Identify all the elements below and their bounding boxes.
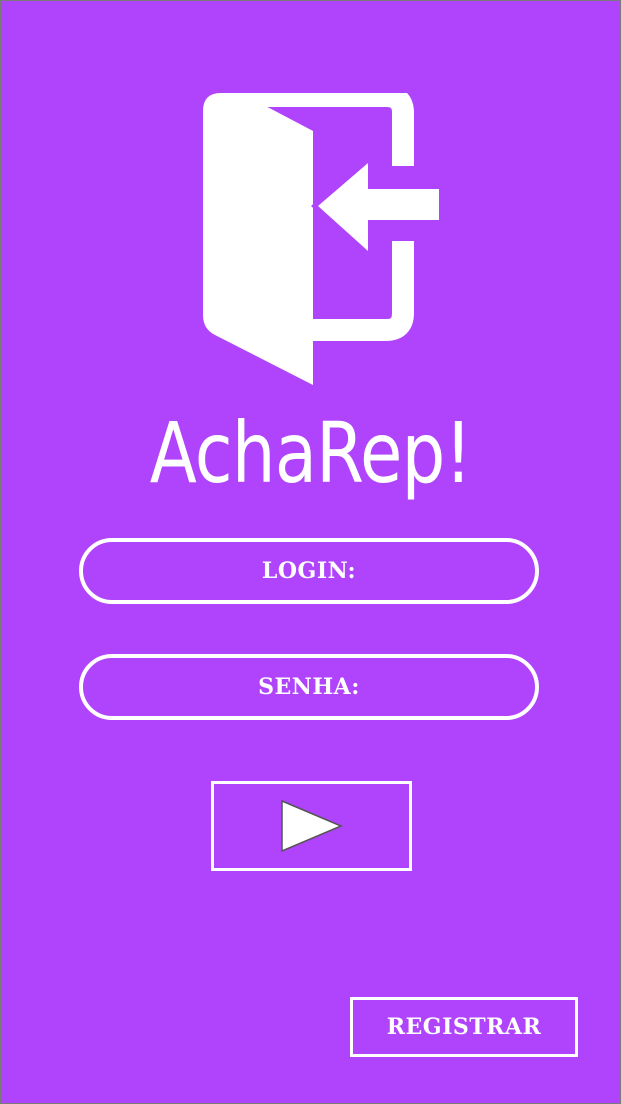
login-field[interactable]: LOGIN: bbox=[79, 538, 539, 604]
login-label: LOGIN: bbox=[261, 558, 357, 584]
app-title: AchaRep! bbox=[149, 404, 472, 502]
register-button[interactable]: REGISTRAR bbox=[350, 997, 578, 1057]
password-field[interactable]: SENHA: bbox=[79, 654, 539, 720]
login-screen: { "app": { "title": "AchaRep!", "logo_ic… bbox=[0, 0, 621, 1104]
submit-button[interactable] bbox=[211, 781, 412, 871]
play-arrow-icon bbox=[280, 799, 343, 853]
door-enter-icon bbox=[201, 85, 441, 388]
password-label: SENHA: bbox=[258, 674, 360, 700]
